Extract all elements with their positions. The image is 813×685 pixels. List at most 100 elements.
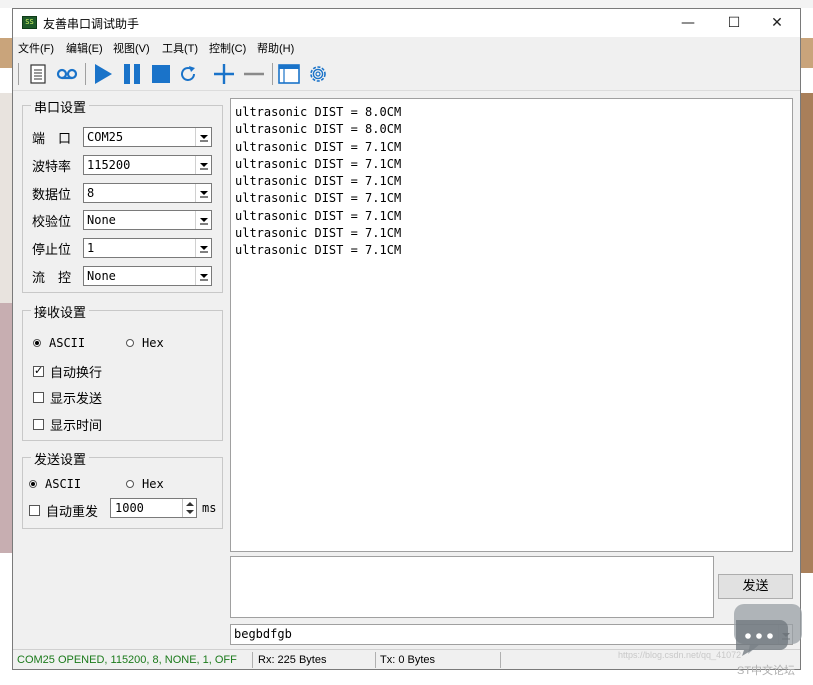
status-divider (252, 652, 253, 668)
receive-line: ultrasonic DIST = 7.1CM (235, 139, 402, 154)
serial-settings-group: 串口设置 端 口 COM25 波特率 115200 数据位 8 校验位 None… (22, 97, 223, 293)
minimize-button[interactable]: — (665, 9, 711, 37)
stop-icon[interactable] (148, 61, 174, 87)
checkbox-box[interactable] (33, 419, 44, 430)
show-time-checkbox[interactable]: 显示时间 (33, 415, 102, 434)
show-sent-label: 显示发送 (50, 392, 103, 407)
app-icon: SS (22, 16, 37, 29)
parity-value: None (87, 213, 116, 227)
chevron-down-icon[interactable] (195, 156, 211, 174)
radio-dot[interactable] (126, 339, 134, 347)
chevron-down-icon[interactable] (195, 211, 211, 229)
flowcontrol-select[interactable]: None (83, 266, 212, 286)
document-icon[interactable] (26, 61, 50, 87)
checkbox-box[interactable] (33, 364, 44, 377)
receive-line: ultrasonic DIST = 8.0CM (235, 105, 402, 119)
send-settings-title: 发送设置 (31, 449, 90, 468)
port-value: COM25 (87, 130, 124, 144)
receive-hex-radio[interactable]: Hex (126, 336, 164, 350)
minus-icon[interactable] (240, 61, 268, 87)
send-hex-label: Hex (142, 477, 164, 491)
receive-ascii-radio[interactable]: ASCII (33, 336, 85, 350)
receive-lines: ultrasonic DIST = 8.0CM ultrasonic DIST =… (231, 99, 792, 260)
interval-unit: ms (202, 501, 217, 515)
toolbar-separator (85, 63, 86, 85)
auto-wrap-checkbox[interactable]: 自动换行 (33, 362, 102, 381)
window-title: 友善串口调试助手 (43, 17, 140, 31)
watermark-url: https://blog.csdn.net/qq_41072 (618, 650, 742, 660)
chevron-down-icon[interactable] (195, 128, 211, 146)
menu-file[interactable]: 文件(F) (18, 40, 54, 56)
port-label: 端 口 (32, 132, 72, 147)
send-ascii-label: ASCII (45, 477, 82, 491)
send-ascii-radio[interactable]: ASCII (29, 477, 81, 491)
resend-interval-stepper[interactable]: 1000 (110, 498, 197, 518)
databits-label: 数据位 (32, 188, 72, 203)
receive-line: ultrasonic DIST = 7.1CM (235, 208, 402, 223)
databits-select[interactable]: 8 (83, 183, 212, 203)
tx-count: Tx: 0 Bytes (380, 654, 436, 666)
baud-value: 115200 (87, 158, 131, 172)
stopbits-select[interactable]: 1 (83, 238, 212, 258)
menu-tools[interactable]: 工具(T) (162, 40, 198, 56)
gear-icon[interactable] (305, 61, 331, 87)
baud-label: 波特率 (32, 160, 72, 175)
radio-dot[interactable] (126, 480, 134, 488)
auto-resend-label: 自动重发 (46, 505, 99, 520)
resend-interval-value: 1000 (115, 501, 144, 515)
pause-icon[interactable] (119, 61, 145, 87)
parity-select[interactable]: None (83, 210, 212, 230)
rx-count: Rx: 225 Bytes (258, 654, 327, 666)
databits-value: 8 (87, 186, 95, 200)
receive-line: ultrasonic DIST = 7.1CM (235, 156, 402, 171)
chevron-down-icon[interactable] (195, 239, 211, 257)
background-right (800, 8, 813, 685)
menu-view[interactable]: 视图(V) (113, 40, 150, 56)
receive-line: ultrasonic DIST = 7.1CM (235, 243, 402, 258)
close-button[interactable]: ✕ (754, 9, 800, 37)
menu-help[interactable]: 帮助(H) (257, 40, 294, 56)
background-top (0, 0, 813, 8)
receive-line: ultrasonic DIST = 7.1CM (235, 226, 402, 241)
auto-resend-checkbox[interactable]: 自动重发 (29, 501, 98, 520)
send-hex-radio[interactable]: Hex (126, 477, 164, 491)
checkbox-box[interactable] (33, 392, 44, 403)
title-bar[interactable]: SS 友善串口调试助手 — ☐ ✕ (13, 9, 800, 37)
menu-edit[interactable]: 编辑(E) (66, 40, 103, 56)
maximize-button[interactable]: ☐ (711, 9, 757, 37)
port-select[interactable]: COM25 (83, 127, 212, 147)
chevron-down-icon[interactable] (195, 184, 211, 202)
show-time-label: 显示时间 (50, 419, 103, 434)
watermark-brand: ST中文论坛 (737, 665, 796, 677)
stepper-arrows[interactable] (182, 499, 196, 517)
send-history-value: begbdfgb (234, 627, 292, 641)
play-icon[interactable] (90, 61, 116, 87)
port-status: COM25 OPENED, 115200, 8, NONE, 1, OFF (17, 654, 237, 666)
radio-dot[interactable] (33, 339, 41, 347)
send-settings-group: 发送设置 ASCII Hex 自动重发 1000 ms (22, 449, 223, 529)
auto-wrap-label: 自动换行 (50, 366, 103, 381)
menu-control[interactable]: 控制(C) (209, 40, 246, 56)
chevron-down-icon[interactable] (195, 267, 211, 285)
radio-dot[interactable] (29, 480, 37, 488)
window-icon[interactable] (276, 61, 302, 87)
chat-bubble-icon (734, 604, 802, 656)
show-sent-checkbox[interactable]: 显示发送 (33, 388, 102, 407)
send-history-select[interactable]: begbdfgb (230, 624, 793, 645)
plus-icon[interactable] (210, 61, 238, 87)
send-textarea[interactable] (230, 556, 714, 618)
refresh-icon[interactable] (175, 61, 201, 87)
checkbox-box[interactable] (29, 505, 40, 516)
parity-label: 校验位 (32, 215, 72, 230)
receive-settings-group: 接收设置 ASCII Hex 自动换行 显示发送 显示时间 (22, 302, 223, 441)
baud-select[interactable]: 115200 (83, 155, 212, 175)
cassette-icon[interactable] (54, 61, 80, 87)
status-divider (500, 652, 501, 668)
receive-line: ultrasonic DIST = 7.1CM (235, 174, 402, 189)
receive-textarea[interactable]: ultrasonic DIST = 8.0CM ultrasonic DIST =… (230, 98, 793, 552)
receive-line: ultrasonic DIST = 7.1CM (235, 191, 402, 206)
toolbar (13, 57, 800, 91)
receive-ascii-label: ASCII (49, 336, 86, 350)
receive-hex-label: Hex (142, 336, 164, 350)
send-button[interactable]: 发送 (718, 574, 793, 599)
